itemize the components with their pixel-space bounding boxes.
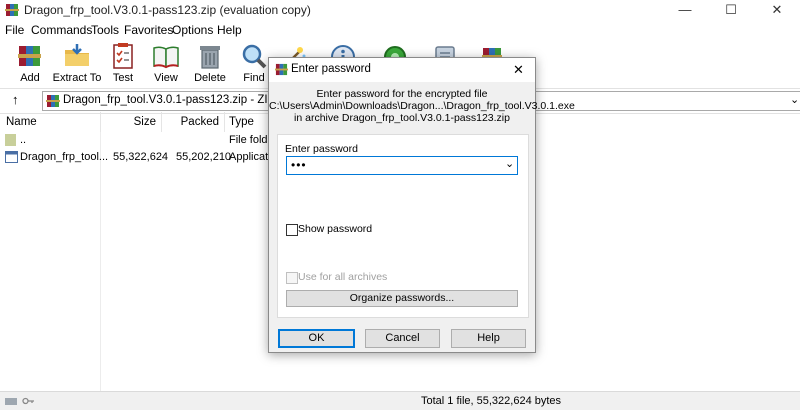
password-value: ••• <box>291 158 307 172</box>
message-line-3: in archive Dragon_frp_tool.V3.0.1-pass12… <box>294 112 510 124</box>
column-type[interactable]: Type <box>225 112 271 132</box>
cancel-button[interactable]: Cancel <box>365 329 440 348</box>
application-file-icon <box>5 151 18 163</box>
test-checklist-icon <box>113 43 133 69</box>
path-dropdown-icon[interactable]: ⌄ <box>790 93 799 106</box>
column-size[interactable]: Size <box>101 112 162 132</box>
row-packed: 55,202,210 <box>176 151 232 163</box>
column-name-label: Name <box>6 116 37 128</box>
extract-folder-icon <box>65 44 89 66</box>
key-icon <box>22 397 34 405</box>
menu-tools[interactable]: Tools <box>91 23 119 37</box>
menu-bar: File Commands Tools Favorites Options He… <box>0 20 800 40</box>
drive-icon <box>5 398 17 405</box>
password-panel: Enter password ••• ⌄ Show password Use f… <box>277 134 529 318</box>
status-bar: Total 1 file, 55,322,624 bytes <box>0 391 800 410</box>
trash-icon <box>200 46 220 69</box>
help-button[interactable]: Help <box>451 329 526 348</box>
status-text: Total 1 file, 55,322,624 bytes <box>421 395 562 407</box>
menu-options[interactable]: Options <box>172 23 213 37</box>
add-label: Add <box>20 72 40 84</box>
show-password-checkbox[interactable] <box>286 224 298 236</box>
add-button[interactable]: Add <box>3 40 57 86</box>
ok-button[interactable]: OK <box>278 329 355 348</box>
row-name: Dragon_frp_tool... <box>20 151 109 163</box>
menu-help[interactable]: Help <box>217 23 242 37</box>
minimize-button[interactable]: — <box>662 0 708 20</box>
password-history-dropdown-icon[interactable]: ⌄ <box>505 157 514 170</box>
dialog-close-button[interactable]: ✕ <box>513 62 524 78</box>
row-size: 55,322,624 <box>113 151 169 163</box>
column-size-label: Size <box>133 116 156 128</box>
add-archive-icon <box>18 46 41 66</box>
dialog-title-bar: Enter password ✕ <box>269 58 535 82</box>
close-button[interactable]: ✕ <box>754 0 800 20</box>
winrar-app-icon <box>5 4 19 16</box>
magnifier-icon <box>242 44 267 69</box>
column-divider <box>100 132 101 392</box>
winrar-dialog-icon <box>275 63 288 76</box>
password-input[interactable]: ••• ⌄ <box>286 156 518 175</box>
column-type-label: Type <box>229 116 254 128</box>
message-line-1: Enter password for the encrypted file <box>316 88 488 100</box>
dialog-message: Enter password for the encrypted file C:… <box>269 88 575 124</box>
use-for-all-label: Use for all archives <box>298 271 388 283</box>
password-dialog: Enter password ✕ Enter password for the … <box>268 57 575 353</box>
maximize-button[interactable]: ☐ <box>708 0 754 20</box>
password-field-label: Enter password <box>285 143 358 155</box>
column-name[interactable]: Name <box>0 112 101 132</box>
organize-passwords-button[interactable]: Organize passwords... <box>286 290 518 307</box>
column-packed-label: Packed <box>180 116 219 128</box>
up-button[interactable]: ↑ <box>12 92 19 107</box>
menu-favorites[interactable]: Favorites <box>124 23 173 37</box>
dialog-title: Enter password <box>291 63 371 75</box>
menu-commands[interactable]: Commands <box>31 23 92 37</box>
column-packed[interactable]: Packed <box>162 112 225 132</box>
menu-file[interactable]: File <box>5 23 24 37</box>
folder-up-icon <box>5 134 16 146</box>
window-title: Dragon_frp_tool.V3.0.1-pass123.zip (eval… <box>24 3 311 17</box>
row-name: .. <box>20 134 27 146</box>
use-for-all-checkbox[interactable] <box>286 272 298 284</box>
message-line-2: C:\Users\Admin\Downloads\Dragon...\Drago… <box>269 100 575 112</box>
view-book-icon <box>153 46 179 69</box>
show-password-label: Show password <box>298 223 373 235</box>
title-bar: Dragon_frp_tool.V3.0.1-pass123.zip (eval… <box>0 0 800 20</box>
zip-archive-icon <box>46 95 60 107</box>
